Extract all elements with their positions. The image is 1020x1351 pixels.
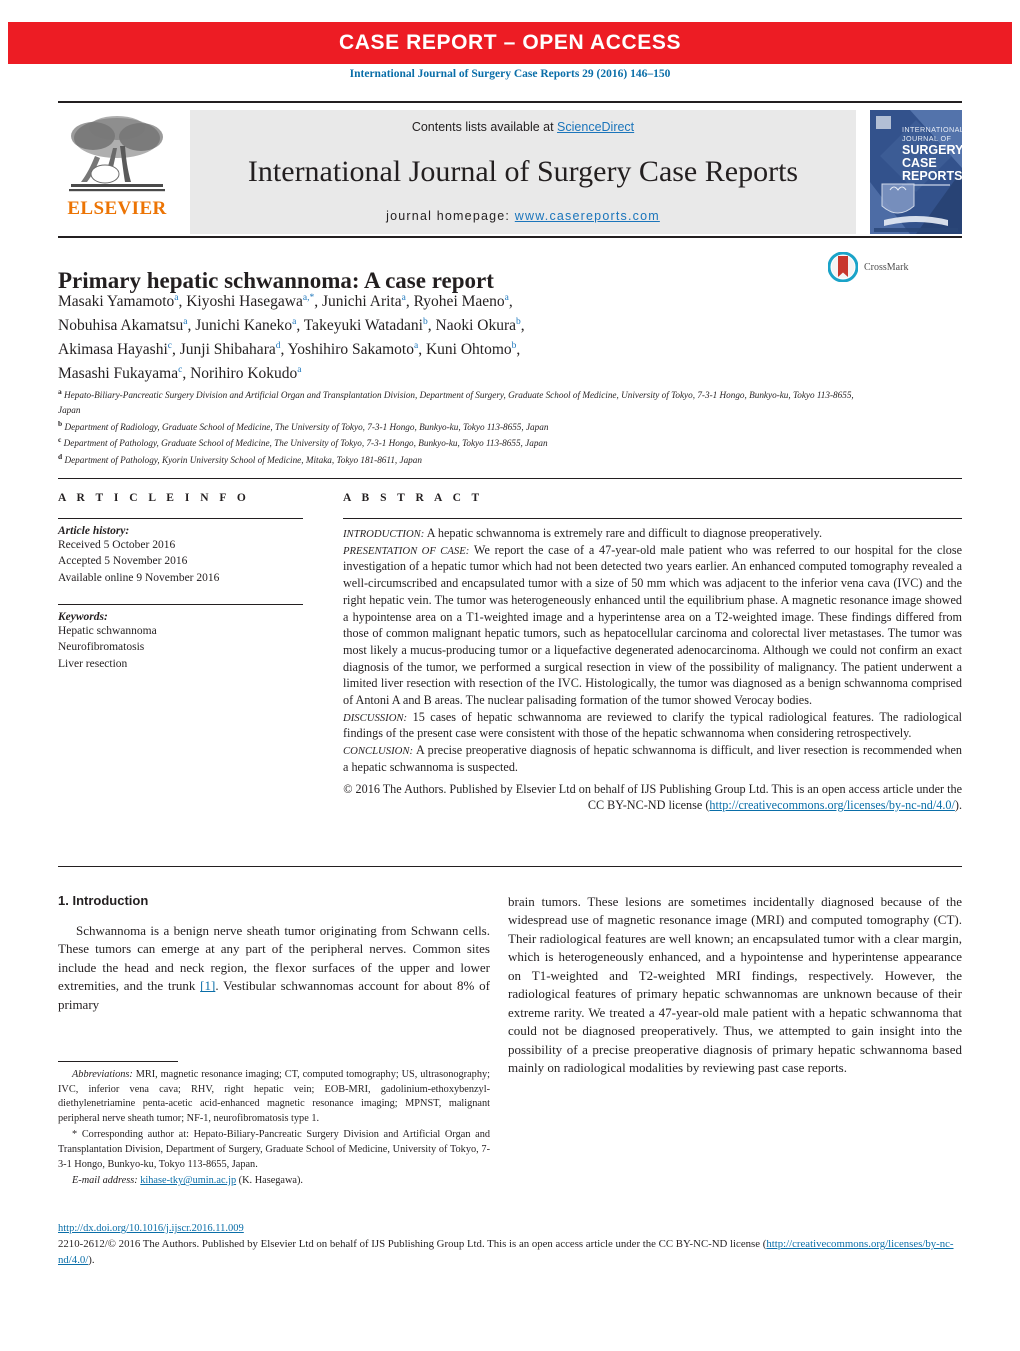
- sciencedirect-link[interactable]: ScienceDirect: [557, 120, 634, 134]
- keyword-item: Liver resection: [58, 657, 128, 670]
- contents-available-line: Contents lists available at ScienceDirec…: [412, 120, 634, 134]
- corresponding-text: Corresponding author at: Hepato-Biliary-…: [58, 1129, 490, 1170]
- email-label: E-mail address:: [72, 1175, 138, 1187]
- keywords-label: Keywords:: [58, 610, 108, 623]
- elsevier-tree-icon: [69, 116, 165, 192]
- abstract-bottom-rule: [58, 866, 962, 867]
- article-history-label: Article history:: [58, 525, 130, 537]
- footnote-abbreviations: Abbreviations: MRI, magnetic resonance i…: [58, 1068, 490, 1126]
- svg-text:SURGERY: SURGERY: [902, 143, 962, 157]
- footnote-separator-rule: [58, 1061, 178, 1062]
- section-heading-introduction: 1. Introduction: [58, 893, 149, 908]
- author-line-1: Masaki Yamamotoa, Kiyoshi Hasegawaa,*, J…: [58, 292, 513, 310]
- author-line-3: Akimasa Hayashic, Junji Shibaharad, Yosh…: [58, 340, 521, 359]
- abstract-paragraph-introduction: INTRODUCTION: A hepatic schwannoma is ex…: [343, 525, 962, 542]
- abstract-tag: DISCUSSION:: [343, 711, 408, 724]
- cc-license-link[interactable]: http://creativecommons.org/licenses/by-n…: [709, 798, 955, 812]
- info-section-top-rule: [58, 478, 962, 479]
- masthead-bottom-rule: [58, 236, 962, 238]
- keyword-item: Neurofibromatosis: [58, 641, 145, 654]
- abstract-tag: PRESENTATION OF CASE:: [343, 544, 470, 557]
- journal-citation-line: International Journal of Surgery Case Re…: [349, 68, 671, 80]
- footnote-corresponding-author: * Corresponding author at: Hepato-Biliar…: [58, 1128, 490, 1172]
- abstract-body: INTRODUCTION: A hepatic schwannoma is ex…: [343, 525, 962, 814]
- abstract-tag: INTRODUCTION:: [343, 528, 425, 540]
- history-received: Received 5 October 2016: [58, 539, 176, 551]
- article-info-heading: A R T I C L E I N F O: [58, 492, 250, 504]
- publisher-copyright-line: 2210-2612/© 2016 The Authors. Published …: [58, 1237, 962, 1268]
- doi-link[interactable]: http://dx.doi.org/10.1016/j.ijscr.2016.1…: [58, 1223, 962, 1234]
- affiliation-text: Department of Radiology, Graduate School…: [64, 421, 549, 432]
- banner-label: CASE REPORT – OPEN ACCESS: [338, 31, 682, 54]
- journal-band: Contents lists available at ScienceDirec…: [190, 110, 856, 234]
- journal-homepage-link[interactable]: www.casereports.com: [515, 209, 660, 223]
- abstract-panel: A B S T R A C T INTRODUCTION: A hepatic …: [343, 492, 962, 814]
- svg-text:CASE: CASE: [902, 156, 937, 170]
- abstract-heading: A B S T R A C T: [343, 492, 484, 504]
- reference-link-1[interactable]: [1]: [200, 978, 215, 993]
- elsevier-wordmark: ELSEVIER: [67, 198, 167, 219]
- crossmark-icon: [828, 252, 858, 282]
- journal-masthead: ELSEVIER Contents lists available at Sci…: [58, 101, 962, 234]
- abstract-text: A hepatic schwannoma is extremely rare a…: [424, 526, 823, 540]
- body-column-right: brain tumors. These lesions are sometime…: [508, 893, 962, 1078]
- author-line-4: Masashi Fukayamac, Norihiro Kokudoa: [58, 364, 302, 383]
- email-suffix: (K. Hasegawa).: [236, 1175, 304, 1187]
- svg-text:INTERNATIONAL: INTERNATIONAL: [902, 125, 962, 134]
- intro-paragraph-right: brain tumors. These lesions are sometime…: [508, 894, 962, 1076]
- affiliation-text: Hepato-Biliary-Pancreatic Surgery Divisi…: [58, 390, 854, 415]
- crossmark-badge[interactable]: CrossMark: [828, 252, 908, 282]
- article-info-panel: A R T I C L E I N F O Article history: R…: [58, 492, 303, 672]
- abbreviations-label: Abbreviations:: [72, 1069, 133, 1080]
- affiliation-item: b Department of Radiology, Graduate Scho…: [58, 418, 549, 432]
- footnote-email: E-mail address: kihase-tky@umin.ac.jp (K…: [58, 1174, 490, 1189]
- body-column-left: 1. Introduction Schwannoma is a benign n…: [58, 893, 490, 1014]
- svg-text:REPORTS: REPORTS: [902, 169, 962, 183]
- elsevier-logo: ELSEVIER: [58, 110, 176, 218]
- intro-paragraph-left: Schwannoma is a benign nerve sheath tumo…: [58, 922, 490, 1014]
- affiliation-text: Department of Pathology, Kyorin Universi…: [64, 455, 422, 466]
- journal-homepage-line: journal homepage: www.casereports.com: [386, 209, 660, 223]
- abstract-paragraph-conclusion: CONCLUSION: A precise preoperative diagn…: [343, 742, 962, 775]
- keyword-item: Hepatic schwannoma: [58, 624, 157, 637]
- abstract-paragraph-presentation: PRESENTATION OF CASE: We report the case…: [343, 542, 962, 709]
- history-accepted: Accepted 5 November 2016: [58, 555, 188, 568]
- article-info-rule: [58, 518, 303, 519]
- journal-title: International Journal of Surgery Case Re…: [247, 154, 799, 188]
- affiliation-list: a Hepato-Biliary-Pancreatic Surgery Divi…: [58, 386, 858, 468]
- footnote-block: Abbreviations: MRI, magnetic resonance i…: [58, 1068, 490, 1191]
- abstract-paragraph-discussion: DISCUSSION: 15 cases of hepatic schwanno…: [343, 709, 962, 742]
- affiliation-text: Department of Pathology, Graduate School…: [63, 438, 548, 449]
- affiliation-item: d Department of Pathology, Kyorin Univer…: [58, 452, 422, 466]
- homepage-prefix: journal homepage:: [386, 209, 515, 223]
- open-access-banner: CASE REPORT – OPEN ACCESS: [8, 22, 1012, 64]
- abstract-text: A precise preoperative diagnosis of hepa…: [343, 743, 962, 774]
- abstract-text: We report the case of a 47-year-old male…: [343, 542, 962, 708]
- abstract-copyright: © 2016 The Authors. Published by Elsevie…: [343, 781, 962, 814]
- corresponding-email-link[interactable]: kihase-tky@umin.ac.jp: [140, 1175, 236, 1186]
- affiliation-item: a Hepato-Biliary-Pancreatic Surgery Divi…: [58, 387, 854, 415]
- crossmark-label: CrossMark: [864, 261, 909, 273]
- contents-prefix: Contents lists available at: [411, 120, 558, 134]
- abstract-text: 15 cases of hepatic schwannoma are revie…: [343, 709, 962, 741]
- abstract-rule: [343, 518, 962, 519]
- journal-cover-thumbnail[interactable]: INTERNATIONAL JOURNAL OF SURGERY CASE RE…: [870, 110, 962, 234]
- svg-text:JOURNAL OF: JOURNAL OF: [902, 134, 951, 143]
- copyright-suffix: ).: [954, 798, 962, 813]
- abstract-tag: CONCLUSION:: [343, 745, 414, 758]
- author-list: Masaki Yamamotoa, Kiyoshi Hasegawaa,*, J…: [58, 290, 818, 386]
- journal-cover-art: INTERNATIONAL JOURNAL OF SURGERY CASE RE…: [870, 110, 962, 234]
- history-available-online: Available online 9 November 2016: [58, 571, 220, 584]
- issn-copyright-suffix: ).: [88, 1253, 95, 1266]
- keywords-rule: [58, 603, 303, 605]
- affiliation-item: c Department of Pathology, Graduate Scho…: [58, 435, 548, 449]
- issn-copyright-prefix: 2210-2612/© 2016 The Authors. Published …: [58, 1238, 767, 1250]
- author-line-2: Nobuhisa Akamatsua, Junichi Kanekoa, Tak…: [58, 316, 525, 335]
